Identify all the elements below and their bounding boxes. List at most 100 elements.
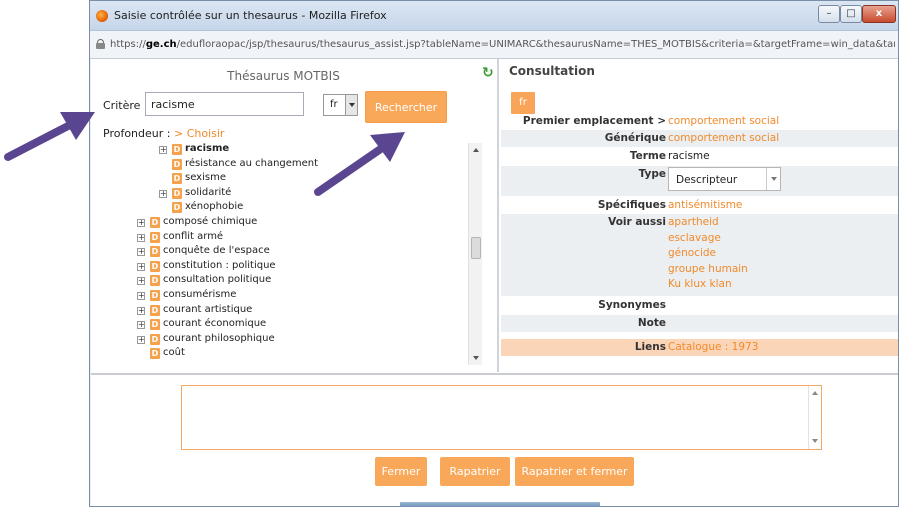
expand-icon[interactable]: + (137, 262, 145, 271)
tree-item-label[interactable]: sexisme (185, 172, 226, 183)
scroll-thumb[interactable] (471, 237, 481, 259)
voir-aussi-link[interactable]: apartheid (668, 216, 748, 232)
tree-item[interactable]: + Dcourant économique (137, 318, 467, 332)
profondeur-row: Profondeur : > Choisir (103, 127, 224, 140)
language-select[interactable]: fr (323, 94, 358, 116)
tree-item[interactable]: Dsexisme (137, 172, 467, 186)
lock-icon (96, 39, 105, 49)
expand-icon[interactable]: + (159, 189, 167, 198)
fermer-button[interactable]: Fermer (375, 457, 427, 486)
tree-item-label[interactable]: xénophobie (185, 201, 243, 212)
tree-item-label[interactable]: racisme (185, 143, 229, 154)
tree-item[interactable]: + Dracisme (137, 143, 467, 157)
tree-item-label[interactable]: consumérisme (163, 289, 236, 300)
expand-icon[interactable]: + (137, 248, 145, 257)
tree-scrollbar[interactable] (468, 143, 482, 365)
tree-item-label[interactable]: composé chimique (163, 216, 257, 227)
generique-value[interactable]: comportement social (668, 132, 779, 144)
descriptor-icon: D (172, 173, 182, 185)
scroll-up-icon[interactable] (812, 391, 818, 395)
tree-item[interactable]: + Dconflit armé (137, 231, 467, 245)
voir-aussi-link[interactable]: groupe humain (668, 263, 748, 279)
tree-item[interactable]: + Dcourant philosophique (137, 333, 467, 347)
tree-item-label[interactable]: conquête de l'espace (163, 245, 270, 256)
tree-item[interactable]: Dcoût (137, 347, 467, 361)
type-select-value: Descripteur (676, 174, 738, 186)
descriptor-icon: D (172, 144, 182, 155)
tree-item-label[interactable]: courant philosophique (163, 333, 275, 344)
critere-input[interactable] (145, 92, 304, 116)
rapatrier-et-fermer-button[interactable]: Rapatrier et fermer (515, 457, 634, 486)
thesaurus-title: Thésaurus MOTBIS (227, 69, 340, 83)
liens-label: Liens (634, 341, 666, 353)
stage: Saisie contrôlée sur un thesaurus - Mozi… (0, 0, 899, 507)
tree-item[interactable]: + Dsolidarité (137, 187, 467, 201)
url-text[interactable]: https://ge.ch/edufloraopac/jsp/thesaurus… (110, 39, 895, 50)
refresh-icon[interactable]: ↻ (482, 65, 494, 81)
tree-item[interactable]: Dxénophobie (137, 201, 467, 215)
voir-aussi-link[interactable]: Ku klux klan (668, 278, 748, 294)
scroll-down-icon[interactable] (469, 352, 483, 365)
type-select[interactable]: Descripteur (668, 167, 781, 191)
browser-window: Saisie contrôlée sur un thesaurus - Mozi… (89, 0, 899, 507)
specifiques-value[interactable]: antisémitisme (668, 199, 742, 211)
tree-item[interactable]: Drésistance au changement (137, 158, 467, 172)
tree-item[interactable]: + Dconsumérisme (137, 289, 467, 303)
search-button[interactable]: Rechercher (365, 91, 447, 123)
expand-icon[interactable]: + (137, 306, 145, 315)
thesaurus-pane: Thésaurus MOTBIS ↻ Critère : fr Recherch… (91, 59, 499, 372)
tree-item-label[interactable]: consultation politique (163, 274, 271, 285)
language-badge[interactable]: fr (511, 92, 535, 114)
chevron-down-icon[interactable] (766, 168, 780, 190)
page-content: Thésaurus MOTBIS ↻ Critère : fr Recherch… (91, 59, 898, 506)
synonymes-label: Synonymes (598, 299, 666, 311)
descriptor-icon: D (150, 348, 160, 360)
consultation-title: Consultation (509, 64, 595, 78)
note-label: Note (637, 317, 666, 329)
voir-aussi-link[interactable]: esclavage (668, 232, 748, 248)
maximize-button[interactable]: □ (840, 5, 862, 23)
descriptor-icon: D (172, 158, 182, 170)
rapatrier-button[interactable]: Rapatrier (440, 457, 510, 486)
url-bar[interactable]: https://ge.ch/edufloraopac/jsp/thesaurus… (90, 31, 898, 59)
tree-item[interactable]: + Dconquête de l'espace (137, 245, 467, 259)
tree-item-label[interactable]: courant économique (163, 318, 266, 329)
result-textarea[interactable] (181, 385, 822, 450)
scroll-down-icon[interactable] (812, 439, 818, 443)
expand-icon[interactable]: + (137, 292, 145, 300)
expand-icon[interactable]: + (137, 219, 145, 227)
row-generique: Générique comportement social (501, 130, 898, 147)
tree-item[interactable]: + Dconstitution : politique (137, 260, 467, 274)
expand-icon[interactable]: + (137, 233, 145, 242)
minimize-button[interactable]: – (818, 5, 840, 23)
choisir-link[interactable]: > Choisir (174, 127, 224, 140)
scroll-up-icon[interactable] (469, 143, 483, 156)
expand-icon[interactable]: + (137, 277, 145, 286)
specifiques-label: Spécifiques (597, 199, 666, 211)
tree-item-label[interactable]: coût (163, 347, 185, 358)
textarea-scrollbar[interactable] (808, 386, 821, 449)
close-window-button[interactable]: x (862, 5, 896, 23)
chevron-down-icon[interactable] (345, 95, 357, 115)
tree-item-label[interactable]: solidarité (185, 187, 231, 198)
url-path: /edufloraopac/jsp/thesaurus/thesaurus_as… (176, 39, 895, 50)
arrow-to-critere (4, 112, 95, 161)
tree-item-label[interactable]: résistance au changement (185, 158, 318, 169)
descriptor-icon: D (150, 246, 160, 258)
expand-icon[interactable]: + (137, 335, 145, 344)
voir-aussi-link[interactable]: génocide (668, 247, 748, 263)
tree-item-label[interactable]: constitution : politique (163, 260, 276, 271)
premier-value[interactable]: comportement social (668, 115, 779, 127)
row-type: Type Descripteur (501, 166, 898, 196)
tree-item[interactable]: + Dconsultation politique (137, 274, 467, 288)
tree-item[interactable]: + Dcomposé chimique (137, 216, 467, 230)
profondeur-label: Profondeur : (103, 127, 171, 140)
tree-item-label[interactable]: conflit armé (163, 231, 223, 242)
tree-item-label[interactable]: courant artistique (163, 304, 252, 315)
expand-icon[interactable]: + (159, 146, 167, 154)
tree-item[interactable]: + Dcourant artistique (137, 304, 467, 318)
expand-icon[interactable]: + (137, 321, 145, 330)
liens-value[interactable]: Catalogue : 1973 (668, 341, 758, 353)
row-note: Note (501, 315, 898, 332)
critere-label: Critère : (103, 99, 148, 112)
